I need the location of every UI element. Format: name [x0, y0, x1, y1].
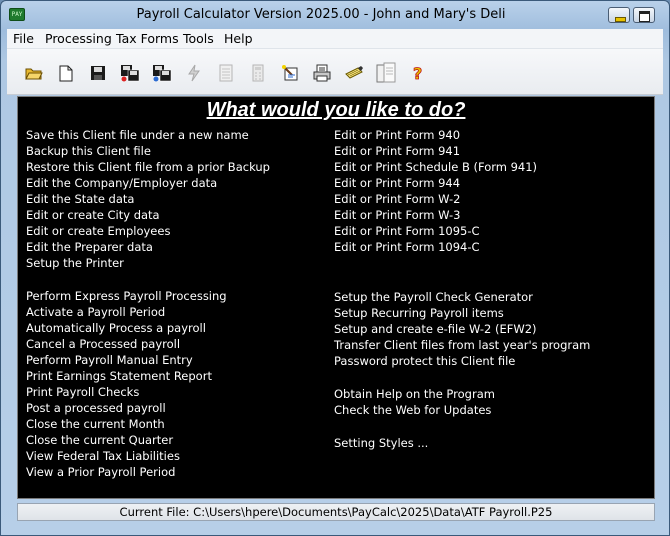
option-close-quarter[interactable]: Close the current Quarter: [26, 432, 326, 448]
option-edit-company[interactable]: Edit the Company/Employer data: [26, 175, 326, 191]
option-edit-state[interactable]: Edit the State data: [26, 191, 326, 207]
option-form-944[interactable]: Edit or Print Form 944: [334, 175, 649, 191]
report-grid-icon[interactable]: [215, 62, 237, 84]
page-title: What would you like to do?: [206, 99, 466, 121]
option-form-940[interactable]: Edit or Print Form 940: [334, 127, 649, 143]
option-form-w2[interactable]: Edit or Print Form W-2: [334, 191, 649, 207]
option-save-as[interactable]: Save this Client file under a new name: [26, 127, 326, 143]
menu-file[interactable]: File: [13, 31, 34, 46]
option-web-updates[interactable]: Check the Web for Updates: [334, 402, 649, 418]
svg-text:?: ?: [413, 64, 422, 82]
option-check-generator[interactable]: Setup the Payroll Check Generator: [334, 289, 649, 305]
option-earnings-report[interactable]: Print Earnings Statement Report: [26, 368, 326, 384]
option-edit-preparer[interactable]: Edit the Preparer data: [26, 239, 326, 255]
maximize-button[interactable]: [633, 7, 655, 23]
option-obtain-help[interactable]: Obtain Help on the Program: [334, 386, 649, 402]
option-setting-styles[interactable]: Setting Styles ...: [334, 435, 649, 451]
calculator-icon[interactable]: [247, 62, 269, 84]
restore-disk-icon[interactable]: [151, 62, 173, 84]
toolbar: ?: [7, 49, 663, 95]
option-efile-w2[interactable]: Setup and create e-file W-2 (EFW2): [334, 321, 649, 337]
save-disk-icon[interactable]: [87, 62, 109, 84]
menu-tax-forms[interactable]: Tax Forms: [116, 31, 179, 46]
express-payroll-icon[interactable]: [183, 62, 205, 84]
print-report-icon[interactable]: [311, 62, 333, 84]
option-form-941[interactable]: Edit or Print Form 941: [334, 143, 649, 159]
option-auto-process[interactable]: Automatically Process a payroll: [26, 320, 326, 336]
magic-check-icon[interactable]: [279, 62, 301, 84]
option-password-protect[interactable]: Password protect this Client file: [334, 353, 649, 369]
option-backup[interactable]: Backup this Client file: [26, 143, 326, 159]
minimize-button[interactable]: [608, 7, 630, 23]
option-form-1095c[interactable]: Edit or Print Form 1095-C: [334, 223, 649, 239]
menu-help[interactable]: Help: [224, 31, 253, 46]
backup-disk-icon[interactable]: [119, 62, 141, 84]
option-form-w3[interactable]: Edit or Print Form W-3: [334, 207, 649, 223]
menu-tools[interactable]: Tools: [183, 31, 214, 46]
new-document-icon[interactable]: [55, 62, 77, 84]
option-post-payroll[interactable]: Post a processed payroll: [26, 400, 326, 416]
help-question-icon[interactable]: ?: [407, 62, 429, 84]
right-options-column: Edit or Print Form 940 Edit or Print For…: [334, 127, 649, 451]
option-cancel-payroll[interactable]: Cancel a Processed payroll: [26, 336, 326, 352]
main-menu-panel: What would you like to do? Save this Cli…: [17, 96, 655, 499]
check-writer-icon[interactable]: [343, 62, 365, 84]
option-prior-period[interactable]: View a Prior Payroll Period: [26, 464, 326, 480]
option-edit-employees[interactable]: Edit or create Employees: [26, 223, 326, 239]
option-print-checks[interactable]: Print Payroll Checks: [26, 384, 326, 400]
option-manual-entry[interactable]: Perform Payroll Manual Entry: [26, 352, 326, 368]
option-recurring-items[interactable]: Setup Recurring Payroll items: [334, 305, 649, 321]
menu-bar: File Processing Tax Forms Tools Help: [7, 29, 663, 49]
app-window: PAY Payroll Calculator Version 2025.00 -…: [0, 0, 670, 536]
option-schedule-b[interactable]: Edit or Print Schedule B (Form 941): [334, 159, 649, 175]
option-edit-city[interactable]: Edit or create City data: [26, 207, 326, 223]
window-title: Payroll Calculator Version 2025.00 - Joh…: [136, 7, 506, 22]
status-bar-current-file: Current File: C:\Users\hpere\Documents\P…: [17, 503, 655, 521]
option-express-payroll[interactable]: Perform Express Payroll Processing: [26, 288, 326, 304]
option-activate-period[interactable]: Activate a Payroll Period: [26, 304, 326, 320]
option-setup-printer[interactable]: Setup the Printer: [26, 255, 326, 271]
option-close-month[interactable]: Close the current Month: [26, 416, 326, 432]
title-bar[interactable]: PAY Payroll Calculator Version 2025.00 -…: [1, 1, 669, 29]
option-restore[interactable]: Restore this Client file from a prior Ba…: [26, 159, 326, 175]
left-options-column: Save this Client file under a new name B…: [26, 127, 326, 480]
open-folder-icon[interactable]: [23, 62, 45, 84]
option-transfer-files[interactable]: Transfer Client files from last year's p…: [334, 337, 649, 353]
option-tax-liabilities[interactable]: View Federal Tax Liabilities: [26, 448, 326, 464]
forms-icon[interactable]: [375, 62, 397, 84]
menu-processing[interactable]: Processing: [45, 31, 112, 46]
option-form-1094c[interactable]: Edit or Print Form 1094-C: [334, 239, 649, 255]
